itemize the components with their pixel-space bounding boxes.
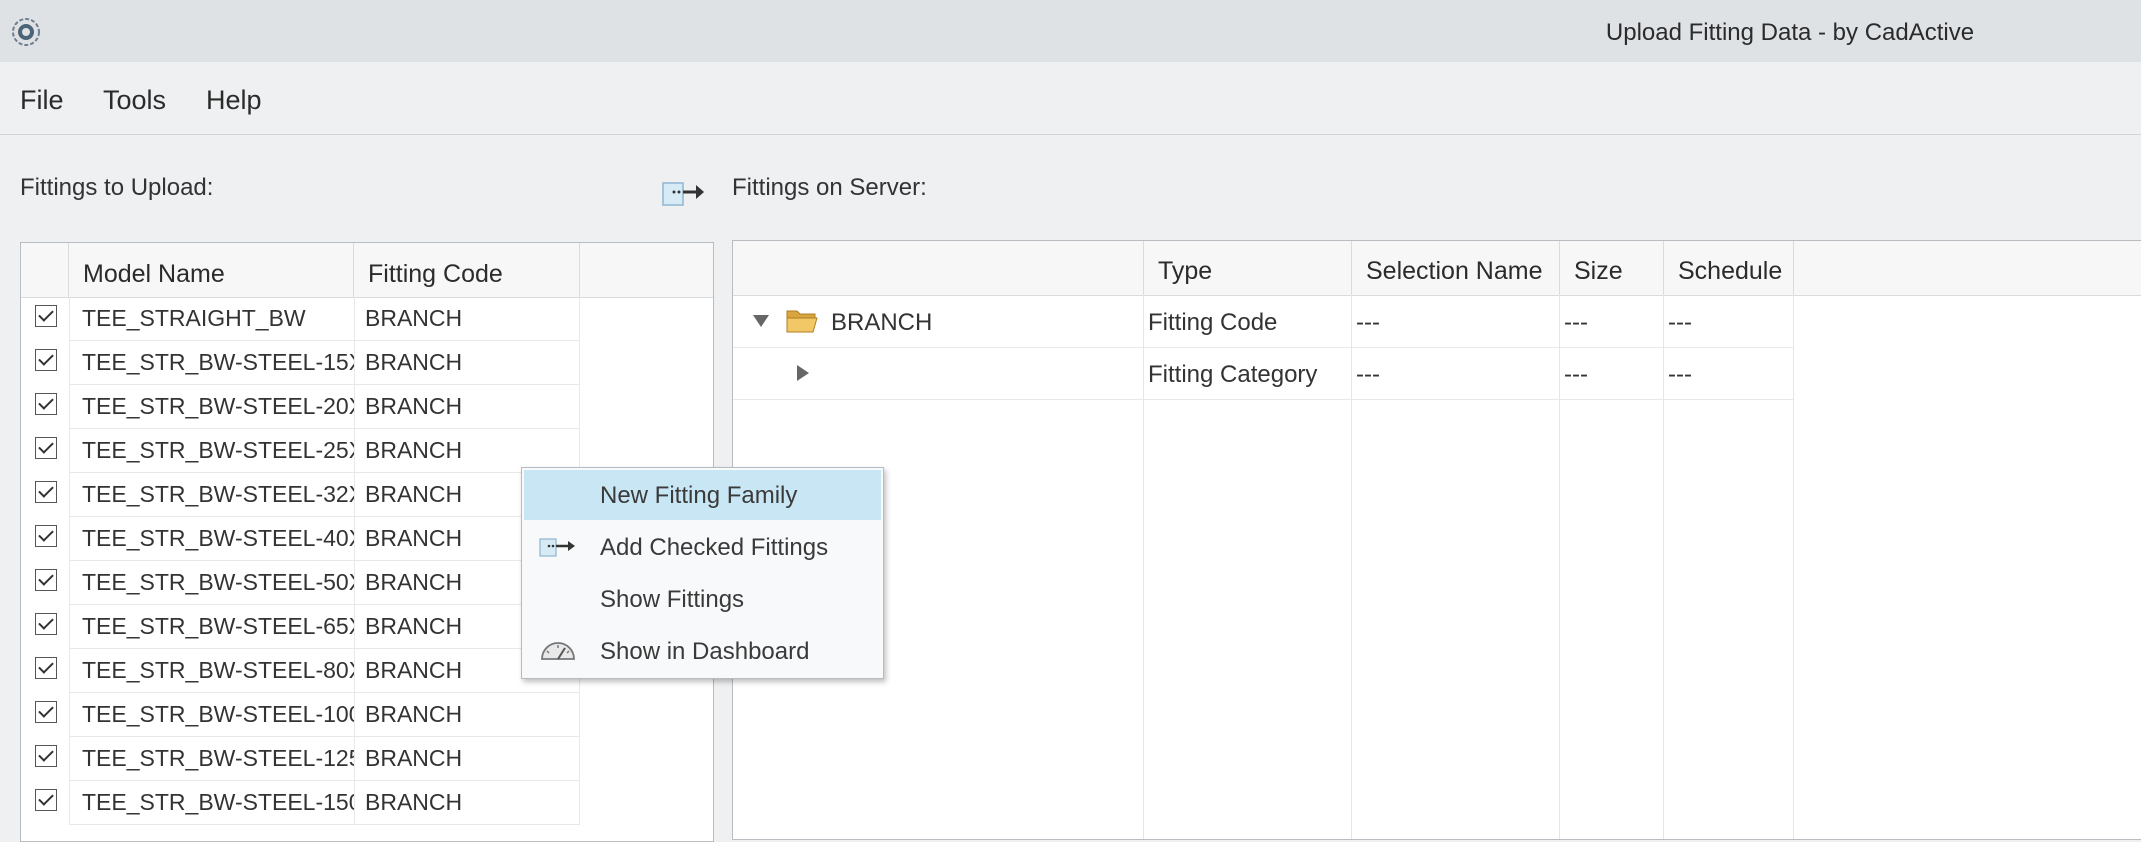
model-name-text: TEE_STR_BW-STEEL-65X <box>82 613 354 639</box>
menu-item-label: Add Checked Fittings <box>600 534 829 561</box>
fittings-on-server-label: Fittings on Server: <box>732 174 927 201</box>
column-header-size[interactable]: Size <box>1560 241 1664 295</box>
type-cell: Fitting Code <box>1148 309 1278 336</box>
row-checkbox[interactable] <box>35 393 57 415</box>
column-header-name[interactable] <box>733 241 1144 295</box>
model-name-cell: TEE_STR_BW-STEEL-15X1 <box>69 341 354 385</box>
model-name-cell: TEE_STR_BW-STEEL-32X3 <box>69 473 354 517</box>
row-checkbox[interactable] <box>35 789 57 811</box>
row-checkbox[interactable] <box>35 701 57 723</box>
model-name-text: TEE_STR_BW-STEEL-100 <box>82 701 354 727</box>
row-checkbox[interactable] <box>35 305 57 327</box>
row-checkbox[interactable] <box>35 349 57 371</box>
size-cell: --- <box>1564 361 1588 388</box>
model-name-text: TEE_STR_BW-STEEL-15X <box>82 349 354 375</box>
menu-item-new-fitting-family[interactable]: New Fitting Family <box>524 470 881 520</box>
column-header-selection-name[interactable]: Selection Name <box>1352 241 1560 295</box>
model-name-cell: TEE_STR_BW-STEEL-50X5 <box>69 561 354 605</box>
table-header: Model Name Fitting Code <box>21 243 713 298</box>
tree-node-label <box>827 347 1137 399</box>
row-checkbox[interactable] <box>35 569 57 591</box>
table-row[interactable]: TEE_STRAIGHT_BW BRANCH <box>21 297 713 341</box>
model-name-cell: TEE_STR_BW-STEEL-40X4 <box>69 517 354 561</box>
model-name-text: TEE_STR_BW-STEEL-50X <box>82 569 354 595</box>
model-name-text: TEE_STR_BW-STEEL-125 <box>82 745 354 771</box>
model-name-text: TEE_STR_BW-STEEL-40X <box>82 525 354 551</box>
row-checkbox[interactable] <box>35 525 57 547</box>
fittings-to-upload-label: Fittings to Upload: <box>20 174 214 201</box>
model-name-text: TEE_STR_BW-STEEL-25X <box>82 437 354 463</box>
menu-item-show-in-dashboard[interactable]: Show in Dashboard <box>524 626 881 676</box>
model-name-cell: TEE_STRAIGHT_BW <box>69 297 354 341</box>
schedule-cell: --- <box>1668 361 1692 388</box>
add-to-server-icon <box>662 182 704 206</box>
row-checkbox[interactable] <box>35 745 57 767</box>
row-checkbox[interactable] <box>35 481 57 503</box>
folder-open-icon <box>781 295 821 347</box>
size-cell: --- <box>1564 309 1588 336</box>
fittings-on-server-tree: Type Selection Name Size Schedule BRANCH… <box>732 240 2141 840</box>
menu-item-add-checked-fittings[interactable]: Add Checked Fittings <box>524 522 881 572</box>
menu-file[interactable]: File <box>20 62 64 134</box>
fitting-code-cell: BRANCH <box>354 341 580 385</box>
model-name-cell: TEE_STR_BW-STEEL-80X8 <box>69 649 354 693</box>
table-header: Type Selection Name Size Schedule <box>733 241 2141 296</box>
selection-name-cell: --- <box>1356 309 1380 336</box>
menu-item-label: New Fitting Family <box>600 482 798 509</box>
table-row[interactable]: TEE_STR_BW-STEEL-100XBRANCH <box>21 693 713 737</box>
row-checkbox[interactable] <box>35 437 57 459</box>
window-title: Upload Fitting Data - by CadActive <box>1605 19 1975 46</box>
row-checkbox[interactable] <box>35 657 57 679</box>
model-name-cell: TEE_STR_BW-STEEL-65X6 <box>69 605 354 649</box>
menu-item-label: Show Fittings <box>600 586 745 613</box>
column-header-schedule[interactable]: Schedule <box>1664 241 1794 295</box>
tree-node-label: BRANCH <box>831 309 933 336</box>
menu-item-label: Show in Dashboard <box>600 638 810 665</box>
model-name-cell: TEE_STR_BW-STEEL-20X2 <box>69 385 354 429</box>
row-checkbox[interactable] <box>35 613 57 635</box>
table-row[interactable]: TEE_STR_BW-STEEL-20X2BRANCH <box>21 385 713 429</box>
fitting-code-cell: BRANCH <box>354 693 580 737</box>
tree-row[interactable]: Fitting Category --- --- --- <box>733 347 1793 400</box>
checkbox-column-header <box>21 243 69 297</box>
model-name-text: TEE_STR_BW-STEEL-150 <box>82 789 354 815</box>
model-name-text: TEE_STR_BW-STEEL-32X <box>82 481 354 507</box>
type-cell: Fitting Category <box>1148 361 1318 388</box>
add-checked-fittings-button[interactable] <box>660 174 706 210</box>
model-name-cell: TEE_STR_BW-STEEL-25X2 <box>69 429 354 473</box>
fitting-code-cell: BRANCH <box>354 781 580 825</box>
selection-name-cell: --- <box>1356 361 1380 388</box>
model-name-cell: TEE_STR_BW-STEEL-150X <box>69 781 354 825</box>
schedule-cell: --- <box>1668 309 1692 336</box>
model-name-cell: TEE_STR_BW-STEEL-100X <box>69 693 354 737</box>
menu-bar: File Tools Help <box>0 62 2141 135</box>
menu-help[interactable]: Help <box>206 62 262 134</box>
context-menu: New Fitting Family Add Checked Fittings … <box>521 467 884 679</box>
fitting-code-cell: BRANCH <box>354 385 580 429</box>
model-name-text: TEE_STR_BW-STEEL-80X <box>82 657 354 683</box>
fitting-code-cell: BRANCH <box>354 297 580 341</box>
add-to-server-icon <box>539 538 575 557</box>
tree-row[interactable]: BRANCH Fitting Code --- --- --- <box>733 295 1793 348</box>
model-name-text: TEE_STR_BW-STEEL-20X <box>82 393 354 419</box>
title-bar: Upload Fitting Data - by CadActive <box>0 0 2141 62</box>
menu-tools[interactable]: Tools <box>103 62 166 134</box>
table-row[interactable]: TEE_STR_BW-STEEL-150XBRANCH <box>21 781 713 825</box>
column-header-type[interactable]: Type <box>1144 241 1352 295</box>
table-row[interactable]: TEE_STR_BW-STEEL-125XBRANCH <box>21 737 713 781</box>
column-header-empty <box>580 243 713 297</box>
column-header-model-name[interactable]: Model Name <box>69 243 354 297</box>
table-row[interactable]: TEE_STR_BW-STEEL-15X1BRANCH <box>21 341 713 385</box>
collapse-arrow-icon[interactable] <box>747 295 777 347</box>
model-name-cell: TEE_STR_BW-STEEL-125X <box>69 737 354 781</box>
column-header-fitting-code[interactable]: Fitting Code <box>354 243 580 297</box>
app-logo-icon <box>12 18 40 46</box>
dashboard-gauge-icon <box>541 642 575 660</box>
menu-item-show-fittings[interactable]: Show Fittings <box>524 574 881 624</box>
expand-arrow-icon[interactable] <box>789 347 819 399</box>
model-name-text: TEE_STRAIGHT_BW <box>82 305 306 331</box>
fitting-code-cell: BRANCH <box>354 737 580 781</box>
